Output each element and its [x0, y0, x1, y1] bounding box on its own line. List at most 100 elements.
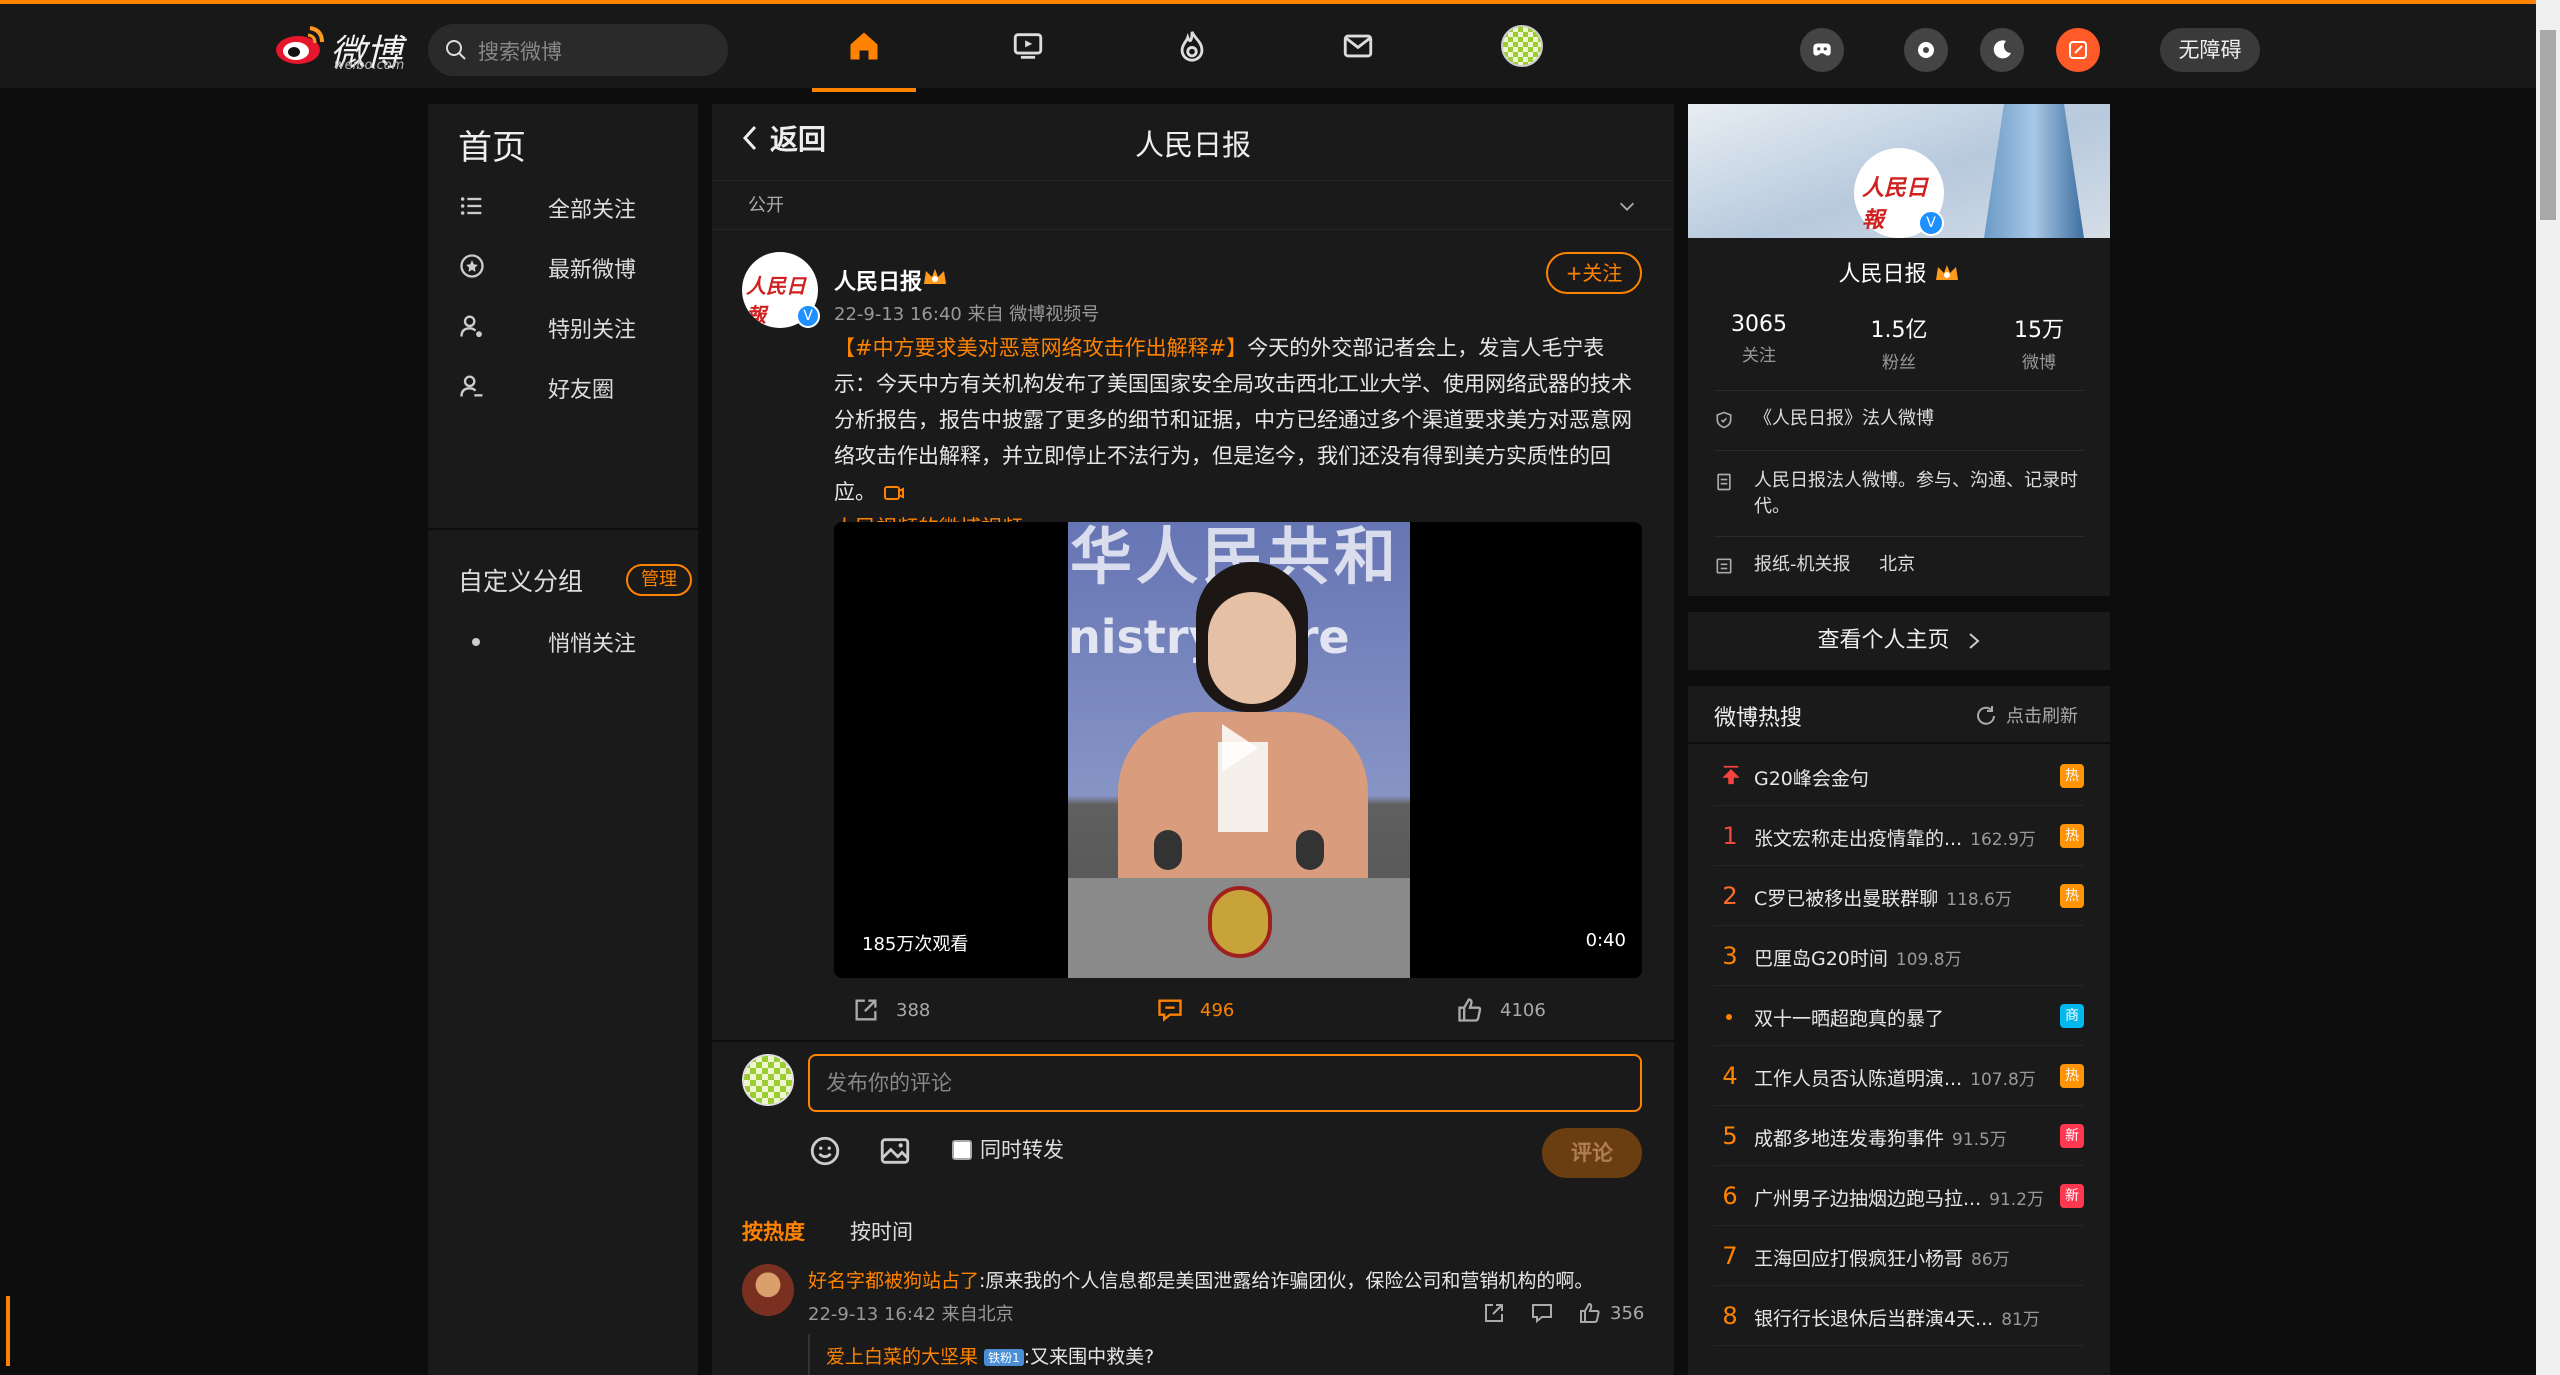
main-feed: 返回 人民日报 公开 人民日報 V 人民日报 22-9-13 16:40 来自 … — [712, 104, 1674, 1375]
hot-tag-badge: 商 — [2060, 1004, 2084, 1028]
crown-icon — [1935, 265, 1958, 280]
hot-rank: 3 — [1722, 942, 1738, 970]
hot-word-text: 广州男子边抽烟边跑马拉... — [1754, 1188, 1982, 1210]
hot-search-item[interactable]: 双十一晒超跑真的暴了 商 — [1714, 986, 2084, 1046]
shield-icon — [1716, 411, 1732, 429]
reply-user[interactable]: 爱上白菜的大坚果 — [826, 1346, 978, 1368]
hot-word-text: 张文宏称走出疫情靠的... — [1754, 828, 1963, 850]
commenter-avatar[interactable] — [742, 1264, 794, 1316]
compose-button[interactable] — [2056, 28, 2100, 72]
sidebar-item-friends[interactable]: 好友圈 — [458, 366, 688, 406]
comment-actions: 356 — [1482, 1300, 1644, 1326]
sidebar-item-latest[interactable]: 最新微博 — [458, 246, 688, 286]
hot-word: 双十一晒超跑真的暴了 — [1754, 1004, 1944, 1031]
hot-word: 张文宏称走出疫情靠的... 162.9万 — [1754, 824, 2036, 851]
hot-search-item[interactable]: 4 工作人员否认陈道明演... 107.8万 热 — [1714, 1046, 2084, 1106]
hot-search-item[interactable]: G20峰会金句 热 — [1714, 746, 2084, 806]
hot-search-item[interactable]: 5 成都多地连发毒狗事件 91.5万 新 — [1714, 1106, 2084, 1166]
hot-count: 109.8万 — [1895, 950, 1962, 970]
share-icon[interactable] — [1482, 1301, 1506, 1325]
hashtag-link[interactable]: 【#中方要求美对恶意网络攻击作出解释#】 — [834, 336, 1247, 360]
hot-search-item[interactable]: 3 巴厘岛G20时间 109.8万 — [1714, 926, 2084, 986]
repost-checkbox[interactable] — [952, 1140, 972, 1160]
microphone-right — [1296, 830, 1324, 870]
refresh-button[interactable]: 点击刷新 — [1974, 702, 2078, 728]
settings-button[interactable] — [1904, 28, 1948, 72]
author-name[interactable]: 人民日报 — [834, 264, 922, 296]
comment-meta: 22-9-13 16:42 来自北京 — [808, 1304, 1014, 1325]
hot-divider — [1688, 742, 2110, 744]
commenter-name[interactable]: 好名字都被狗站占了 — [808, 1270, 979, 1292]
stat-followers[interactable]: 1.5亿 粉丝 — [1844, 312, 1954, 373]
sidebar-item-special[interactable]: 特别关注 — [458, 306, 688, 346]
sidebar-item-quiet-follow[interactable]: 悄悄关注 — [458, 620, 688, 660]
video-player[interactable]: 华人民共和 nistry Fore 185万次观看 0:40 — [834, 522, 1642, 978]
hot-search-item[interactable]: 1 张文宏称走出疫情靠的... 162.9万 热 — [1714, 806, 2084, 866]
dark-mode-button[interactable] — [1980, 28, 2024, 72]
profile-name[interactable]: 人民日报 — [1688, 256, 2110, 288]
profile-divider — [1714, 390, 2084, 391]
hot-word-text: 巴厘岛G20时间 — [1754, 948, 1888, 970]
left-sidebar: 首页 全部关注 最新微博 特别关注 好友圈 自定义分组 管理 悄悄关注 — [428, 104, 698, 1375]
view-count: 185万次观看 — [862, 934, 969, 955]
emoji-icon[interactable] — [808, 1134, 842, 1168]
stat-posts[interactable]: 15万 微博 — [1984, 312, 2094, 373]
verified-badge: V — [796, 304, 820, 328]
like-count: 4106 — [1500, 999, 1546, 1021]
profile-row-text: 人民日报法人微博。参与、沟通、记录时代。 — [1754, 470, 2078, 517]
scrollbar-thumb[interactable] — [2540, 30, 2556, 220]
hot-count: 91.2万 — [1989, 1190, 2044, 1210]
hot-search-item[interactable]: 7 王海回应打假疯狂小杨哥 86万 — [1714, 1226, 2084, 1286]
hot-word: 工作人员否认陈道明演... 107.8万 — [1754, 1064, 2036, 1091]
sidebar-item-all-follows[interactable]: 全部关注 — [458, 186, 688, 226]
thumbs-up-icon — [1580, 1302, 1600, 1323]
view-profile-button[interactable]: 查看个人主页 — [1688, 612, 2110, 670]
play-icon[interactable] — [1218, 720, 1262, 776]
hot-icon — [1180, 31, 1204, 62]
accessibility-button[interactable]: 无障碍 — [2160, 28, 2260, 72]
comment-button[interactable]: 496 — [1156, 992, 1234, 1028]
nav-home[interactable] — [842, 24, 886, 68]
chevron-right-icon — [1968, 633, 1980, 649]
profile-divider — [1714, 536, 2084, 537]
search-input[interactable]: 搜索微博 — [428, 24, 728, 76]
comment-input[interactable]: 发布你的评论 — [808, 1054, 1642, 1112]
sort-by-time[interactable]: 按时间 — [850, 1216, 913, 1246]
submit-comment-button[interactable]: 评论 — [1542, 1128, 1642, 1178]
message-icon — [1343, 34, 1373, 58]
hot-search-item[interactable]: 6 广州男子边抽烟边跑马拉... 91.2万新 — [1714, 1166, 2084, 1226]
nav-message[interactable] — [1336, 24, 1380, 68]
like-button[interactable]: 4106 — [1456, 992, 1546, 1028]
sidebar-item-label: 最新微博 — [548, 258, 637, 283]
follow-button[interactable]: +关注 — [1546, 252, 1642, 294]
repost-button[interactable]: 388 — [852, 992, 930, 1028]
my-avatar — [742, 1054, 794, 1106]
hot-search-item[interactable]: 2 C罗已被移出曼联群聊 118.6万 热 — [1714, 866, 2084, 926]
nav-avatar[interactable] — [1500, 24, 1544, 68]
sort-by-hot[interactable]: 按热度 — [742, 1216, 805, 1246]
comment-icon[interactable] — [1530, 1301, 1554, 1325]
reply-item: 爱上白菜的大坚果 铁粉1:又来围中救美? — [826, 1342, 1154, 1369]
nav-hot[interactable] — [1170, 24, 1214, 68]
game-button[interactable] — [1800, 28, 1844, 72]
comment-text: 好名字都被狗站占了:原来我的个人信息都是美国泄露给诈骗团伙，保险公司和营销机构的… — [808, 1266, 1593, 1293]
avatar — [1501, 25, 1543, 67]
stat-value: 3065 — [1731, 312, 1787, 337]
manage-groups-button[interactable]: 管理 — [626, 564, 692, 596]
visibility-label: 公开 — [748, 195, 784, 216]
hot-rank: 1 — [1722, 822, 1738, 850]
game-icon — [1813, 43, 1831, 56]
thumbs-up-icon — [1458, 998, 1482, 1022]
stat-label: 关注 — [1742, 346, 1776, 366]
refresh-icon — [1977, 706, 1995, 725]
profile-name-text: 人民日报 — [1838, 262, 1927, 287]
comment-like-button[interactable]: 356 — [1578, 1301, 1644, 1325]
profile-row-text: 《人民日报》法人微博 — [1754, 408, 1934, 429]
stat-following[interactable]: 3065 关注 — [1704, 312, 1814, 366]
image-icon[interactable] — [878, 1134, 912, 1168]
weibo-logo[interactable]: 微博 weibo.com — [274, 22, 414, 74]
visibility-selector[interactable]: 公开 — [712, 180, 1674, 230]
hot-search-item[interactable]: 8 银行行长退休后当群演4天... 81万 — [1714, 1286, 2084, 1346]
nav-video[interactable] — [1006, 24, 1050, 68]
hot-rank: 8 — [1722, 1302, 1738, 1330]
